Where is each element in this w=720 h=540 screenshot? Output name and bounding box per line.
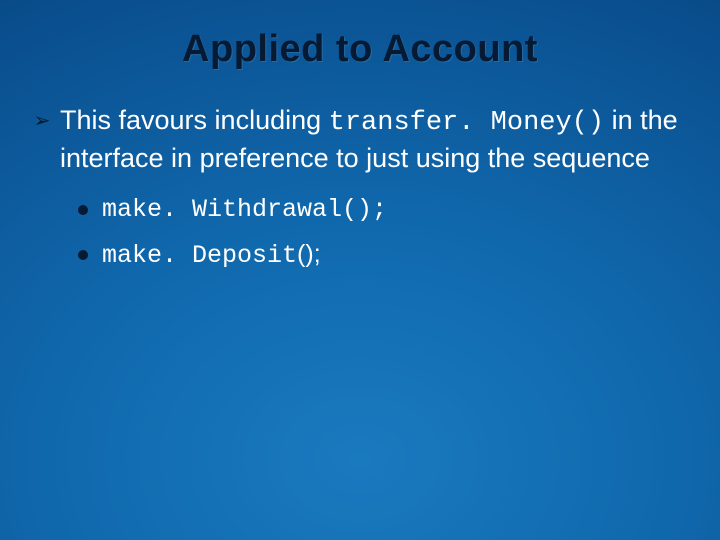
sub-code-2: make. Deposit();	[102, 240, 321, 270]
arrow-right-icon: ➢	[32, 107, 52, 135]
list-item: make. Deposit();	[78, 240, 680, 270]
main-bullet: ➢ This favours including transfer. Money…	[32, 103, 680, 175]
main-pre: This favours including	[60, 105, 329, 135]
bullet-dot-icon	[78, 205, 88, 215]
bullet-dot-icon	[78, 250, 88, 260]
sub-code-2b: ();	[297, 240, 321, 268]
sub-code-1: make. Withdrawal();	[102, 195, 387, 224]
list-item: make. Withdrawal();	[78, 195, 680, 224]
main-code: transfer. Money()	[329, 108, 604, 138]
main-bullet-text: This favours including transfer. Money()…	[60, 103, 680, 175]
sub-bullet-list: make. Withdrawal(); make. Deposit();	[78, 195, 680, 270]
slide-title: Applied to Account	[40, 28, 680, 71]
sub-code-2a: make. Deposit	[102, 241, 297, 270]
